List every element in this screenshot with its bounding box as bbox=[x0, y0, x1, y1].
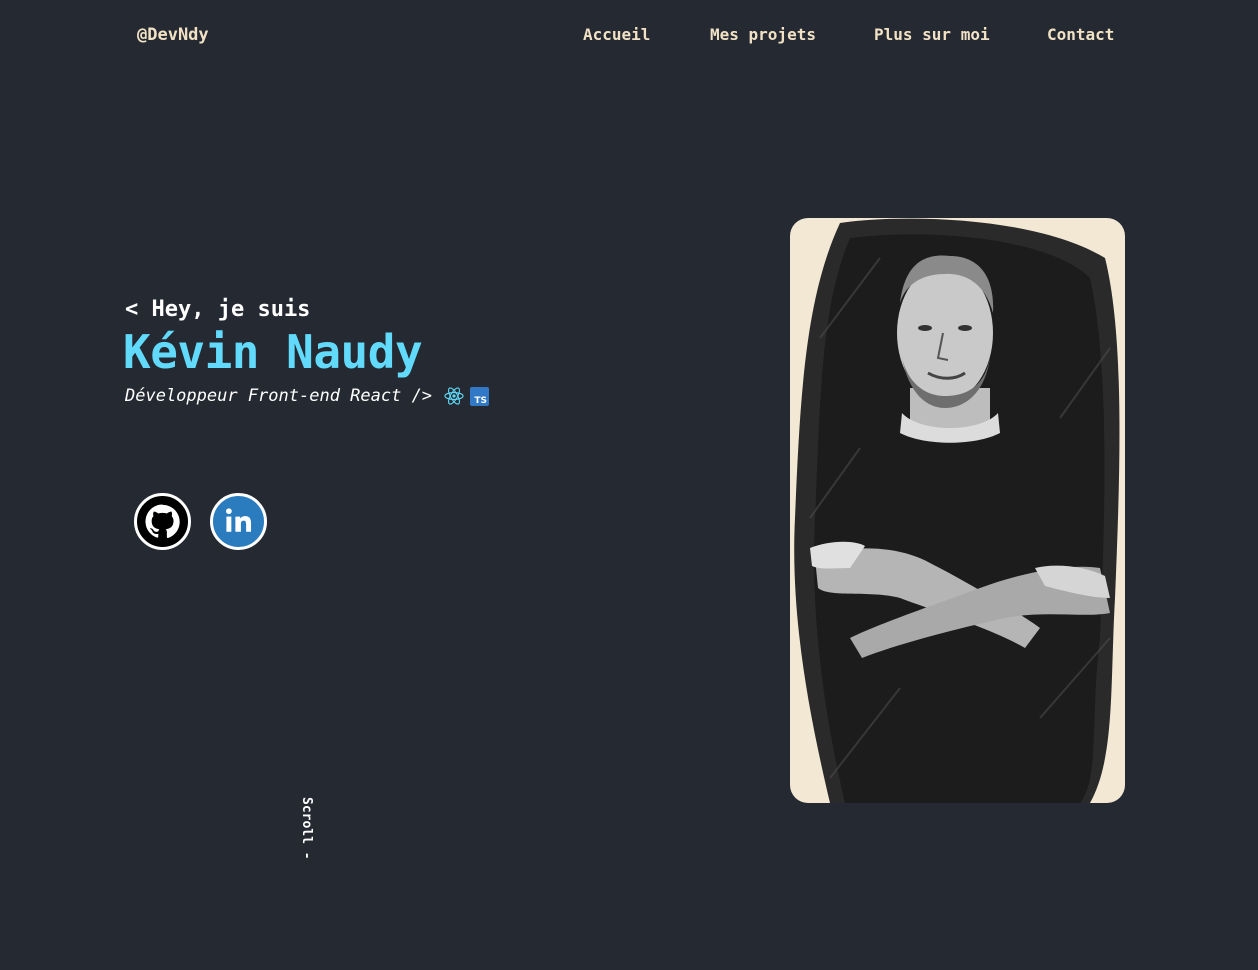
nav-plus-sur-moi[interactable]: Plus sur moi bbox=[874, 25, 990, 44]
react-icon bbox=[443, 386, 465, 406]
linkedin-icon bbox=[226, 508, 252, 532]
hero-name: Kévin Naudy bbox=[123, 325, 423, 379]
nav-mes-projets[interactable]: Mes projets bbox=[710, 25, 816, 44]
github-icon bbox=[145, 504, 180, 538]
hero-greeting: < Hey, je suis bbox=[125, 297, 311, 322]
nav-accueil[interactable]: Accueil bbox=[583, 25, 650, 44]
typescript-icon: TS bbox=[470, 387, 489, 406]
linkedin-link[interactable] bbox=[210, 493, 267, 550]
profile-portrait bbox=[790, 218, 1125, 803]
nav-contact[interactable]: Contact bbox=[1047, 25, 1114, 44]
typescript-icon-label: TS bbox=[474, 396, 487, 406]
scroll-indicator: Scroll - bbox=[299, 797, 314, 860]
main-nav: Accueil Mes projets Plus sur moi Contact bbox=[0, 25, 1258, 49]
portfolio-page: @DevNdy Accueil Mes projets Plus sur moi… bbox=[0, 0, 1258, 970]
hero-role: Développeur Front-end React /> bbox=[125, 386, 433, 406]
github-link[interactable] bbox=[134, 493, 191, 550]
